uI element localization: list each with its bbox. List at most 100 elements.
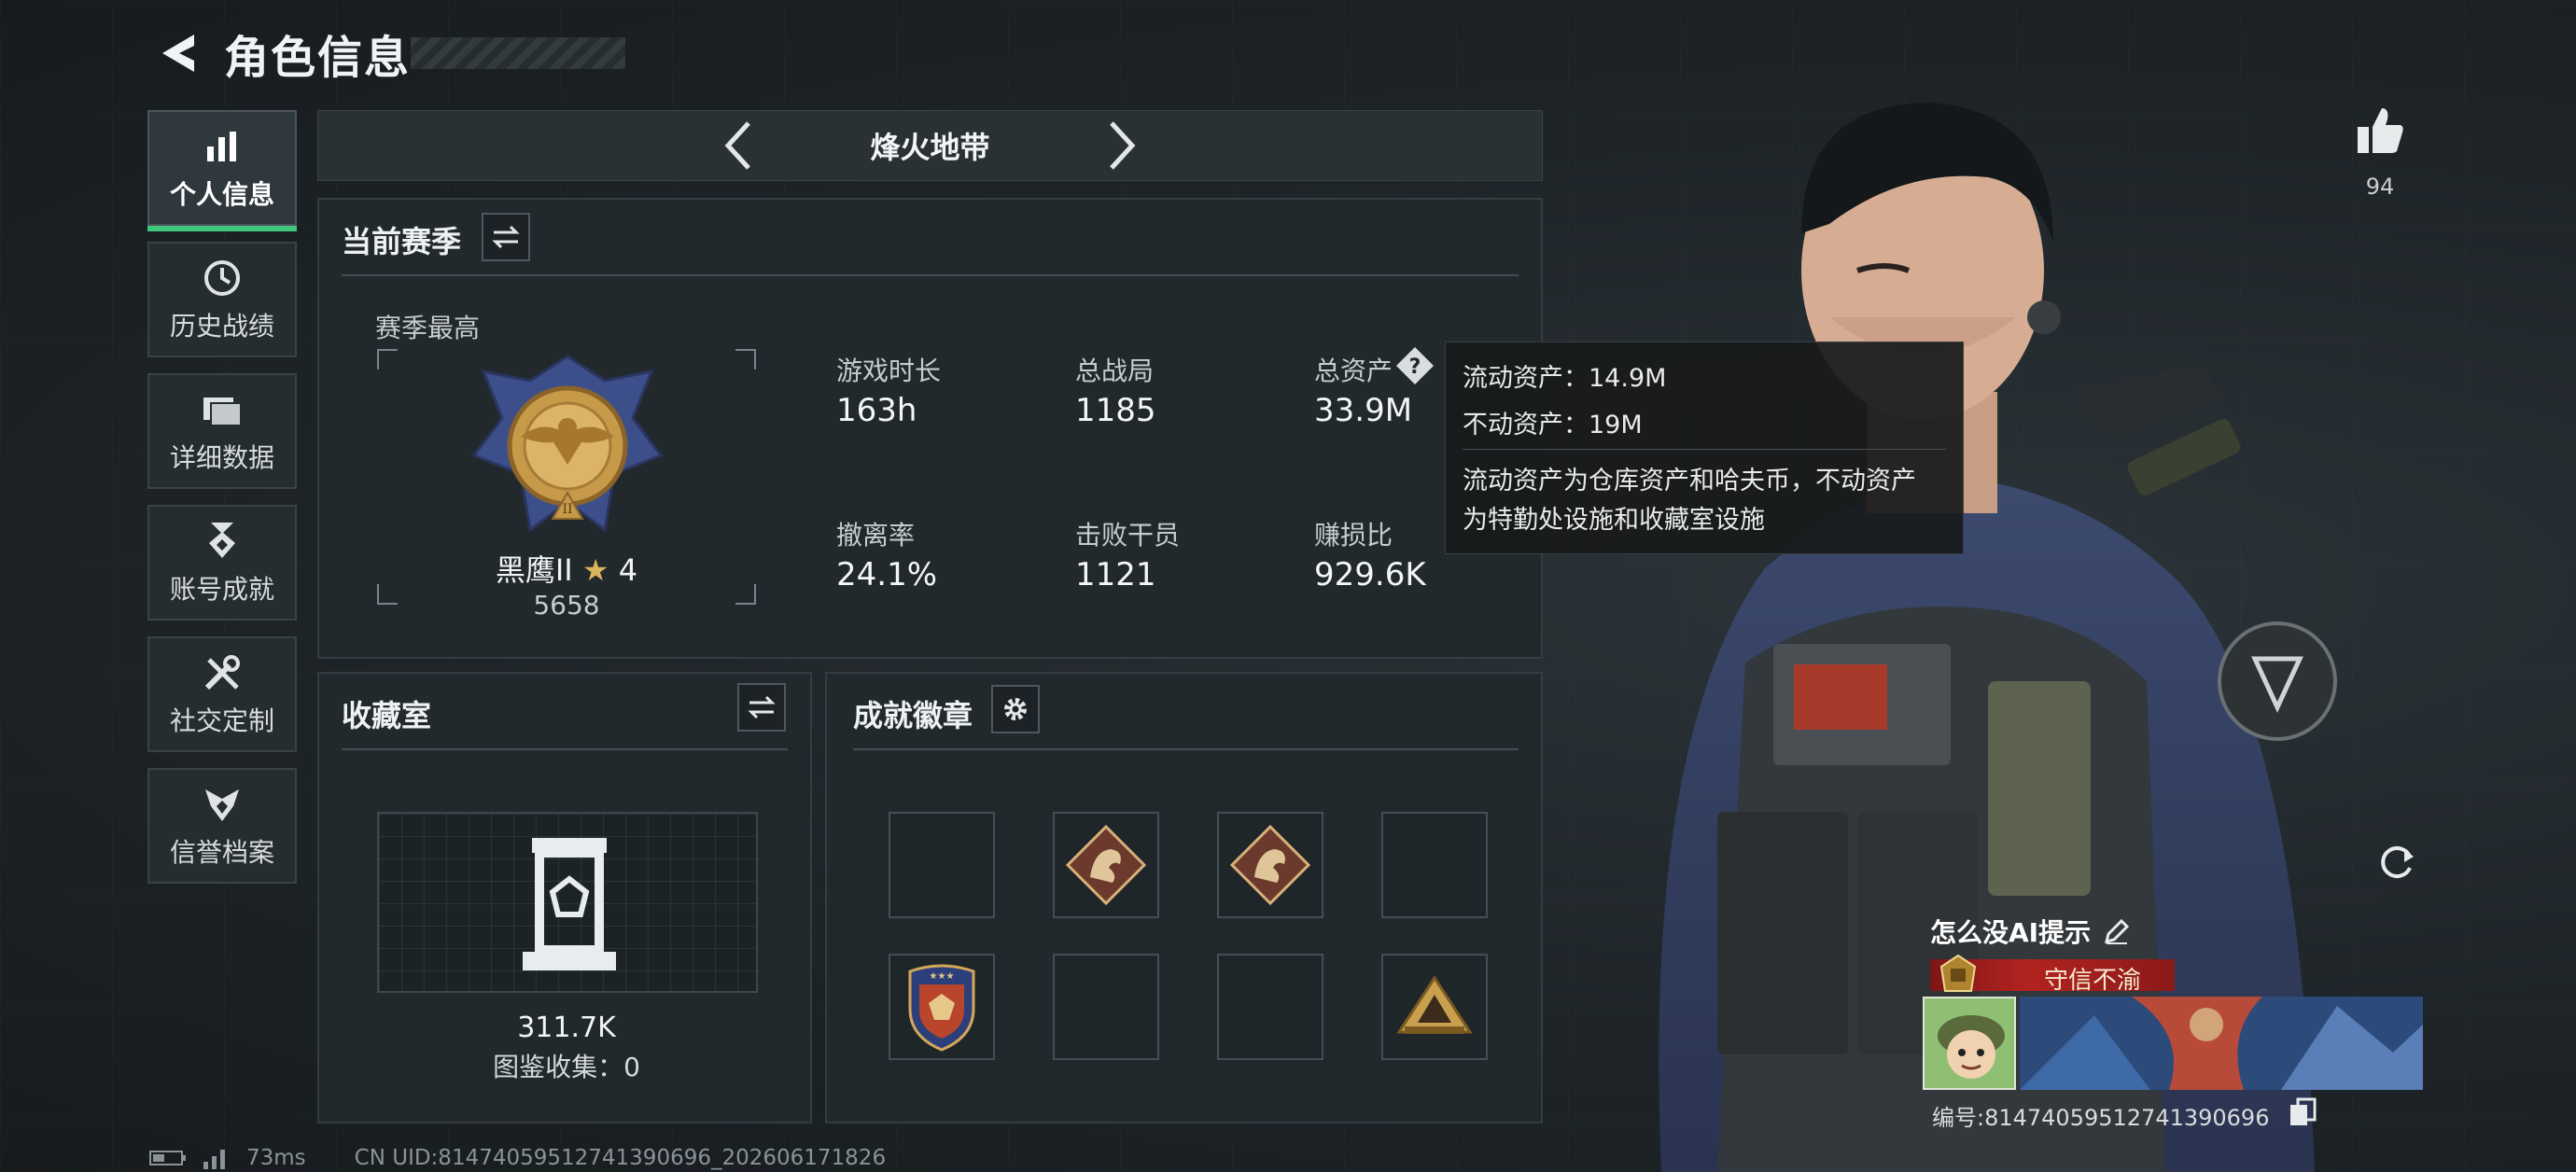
sidebar-item-history[interactable]: 历史战绩	[147, 242, 297, 357]
stat-label-playtime: 游戏时长	[836, 356, 942, 386]
badge-slot-empty[interactable]	[889, 812, 995, 918]
prev-mode-button[interactable]	[710, 118, 766, 174]
pyramid-badge-icon	[1396, 975, 1473, 1034]
frame-corner	[735, 584, 756, 605]
sidebar-item-social-custom[interactable]: 社交定制	[147, 636, 297, 752]
badge-slot-shield[interactable]: ★★★	[889, 954, 995, 1060]
stat-label-profit-ratio: 赚损比	[1314, 520, 1393, 551]
stat-value-total-assets: 33.9M	[1314, 392, 1413, 429]
collection-display[interactable]	[377, 812, 758, 993]
frame-corner	[735, 349, 756, 370]
sidebar-item-detailed-data[interactable]: 详细数据	[147, 373, 297, 489]
tooltip-desc-line1: 流动资产为仓库资产和哈夫币，不动资产	[1463, 467, 1916, 495]
achievements-panel: 成就徽章 ★★★	[825, 672, 1543, 1123]
stat-label-total-assets: 总资产	[1314, 356, 1393, 386]
season-switch-button[interactable]	[482, 213, 530, 261]
rank-score: 5658	[533, 590, 600, 621]
dragon-badge-icon	[1229, 824, 1311, 906]
medal-icon	[203, 519, 241, 564]
stat-value-profit-ratio: 929.6K	[1314, 556, 1426, 593]
stat-label-extraction-rate: 撤离率	[836, 520, 916, 551]
divider	[342, 274, 1519, 276]
copy-icon	[2290, 1097, 2317, 1125]
achievements-title: 成就徽章	[853, 698, 973, 733]
like-button[interactable]	[2352, 103, 2408, 159]
badge-slot-dragon[interactable]	[1053, 812, 1159, 918]
header: 角色信息	[149, 21, 626, 86]
badge-slot-empty[interactable]	[1053, 954, 1159, 1060]
tooltip-desc-line2: 为特勤处设施和收藏室设施	[1463, 506, 1765, 535]
chevron-left-icon	[724, 121, 750, 170]
avatar[interactable]	[1923, 997, 2016, 1090]
tools-icon	[202, 650, 243, 695]
banner-image	[2020, 997, 2423, 1090]
footer-uid: CN UID:81474059512741390696_202606171826	[354, 1146, 887, 1170]
stat-value-total-matches: 1185	[1075, 392, 1156, 429]
sidebar-item-label: 账号成就	[169, 574, 274, 605]
shield-badge-icon: ★★★	[908, 964, 975, 1052]
collection-switch-button[interactable]	[737, 683, 786, 732]
collection-panel: 收藏室 311.7K 图鉴收集：0	[317, 672, 812, 1123]
rotate-model-button[interactable]	[2371, 836, 2423, 888]
stat-value-operators-defeated: 1121	[1075, 556, 1156, 593]
frame-corner	[377, 584, 398, 605]
back-button[interactable]	[149, 21, 205, 86]
rank-name: 黑鹰II	[495, 552, 573, 588]
pencil-icon	[2104, 918, 2130, 944]
divider	[853, 748, 1519, 750]
next-mode-button[interactable]	[1094, 118, 1150, 174]
achievements-settings-button[interactable]	[991, 685, 1040, 733]
sidebar-item-label: 历史战绩	[169, 311, 274, 342]
svg-text:?: ?	[1409, 356, 1421, 379]
back-arrow-icon	[162, 35, 194, 72]
title-emblem-icon	[1938, 954, 1979, 998]
sidebar-item-achievements[interactable]: 账号成就	[147, 505, 297, 621]
ping: 73ms	[246, 1146, 306, 1170]
badge-slot-empty[interactable]	[1217, 954, 1323, 1060]
avatar-image	[1925, 998, 2014, 1088]
collection-title: 收藏室	[342, 698, 432, 733]
collection-value: 311.7K	[517, 1012, 616, 1044]
page-title: 角色信息	[224, 32, 412, 84]
thumbs-up-icon	[2358, 108, 2403, 153]
rank-name-row: 黑鹰II ★ 4	[413, 547, 721, 590]
sidebar-item-label: 个人信息	[169, 179, 274, 210]
status-footer: 73ms CN UID:81474059512741390696_2026061…	[149, 1146, 886, 1170]
sidebar-item-label: 信誉档案	[169, 837, 274, 868]
namecard-banner	[2020, 997, 2423, 1090]
divider	[342, 748, 788, 750]
liquid-assets: 流动资产：14.9M	[1463, 364, 1667, 393]
gear-icon	[1004, 698, 1027, 720]
frame-corner	[377, 349, 398, 370]
mode-title: 烽火地带	[870, 130, 990, 165]
divider	[1463, 449, 1946, 450]
help-button[interactable]: ?	[1394, 345, 1435, 386]
stat-value-playtime: 163h	[836, 392, 917, 429]
season-title: 当前赛季	[342, 224, 462, 259]
badge-slot-pyramid[interactable]	[1381, 954, 1488, 1060]
sidebar-item-personal-info[interactable]: 个人信息	[147, 110, 297, 231]
refresh-icon	[2381, 846, 2414, 878]
chevron-right-icon	[1110, 121, 1136, 170]
clock-icon	[203, 256, 242, 300]
svg-text:★★★: ★★★	[930, 971, 955, 982]
stat-label-operators-defeated: 击败干员	[1075, 520, 1181, 551]
dragon-badge-icon	[1065, 824, 1147, 906]
fixed-assets: 不动资产：19M	[1463, 411, 1643, 440]
copy-uid-button[interactable]	[2289, 1097, 2317, 1127]
player-title: 守信不渝	[2044, 967, 2142, 995]
vault-icon	[513, 834, 625, 978]
signal-icon	[203, 1150, 225, 1169]
title-decoration	[411, 37, 626, 69]
sidebar-item-label: 详细数据	[169, 442, 274, 473]
season-panel: 当前赛季 赛季最高 II 黑鹰II ★ 4 5658 游戏时长 163h 总战局…	[317, 198, 1543, 659]
edit-name-button[interactable]	[2100, 914, 2134, 948]
badge-slot-dragon[interactable]	[1217, 812, 1323, 918]
question-icon: ?	[1396, 347, 1434, 384]
badge-slot-empty[interactable]	[1381, 812, 1488, 918]
star-icon: ★	[581, 552, 609, 588]
stat-value-extraction-rate: 24.1%	[836, 556, 938, 593]
sidebar-item-reputation[interactable]: 信誉档案	[147, 768, 297, 884]
svg-text:II: II	[562, 502, 572, 517]
season-best-label: 赛季最高	[375, 313, 481, 343]
